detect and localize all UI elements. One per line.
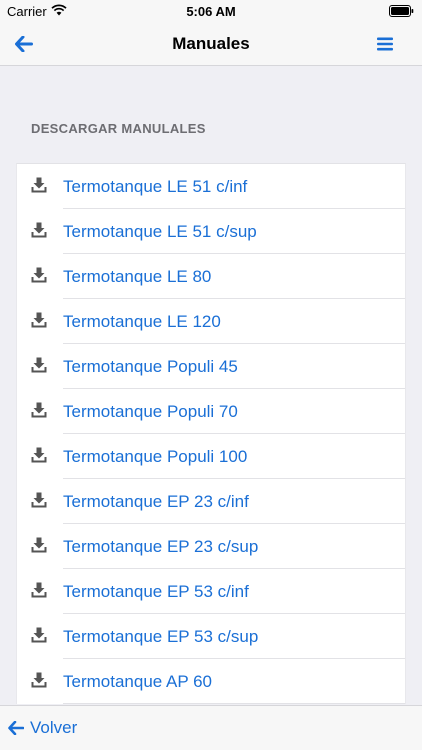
volver-button[interactable]: Volver <box>8 718 77 738</box>
download-icon <box>31 537 47 553</box>
manual-label: Termotanque EP 53 c/sup <box>63 627 259 646</box>
manual-label: Termotanque EP 23 c/inf <box>63 492 249 511</box>
status-bar: Carrier 5:06 AM <box>0 0 422 22</box>
hamburger-menu-icon <box>377 37 393 51</box>
manual-label: Termotanque Populi 100 <box>63 447 248 466</box>
download-icon <box>31 672 47 688</box>
manual-row[interactable]: Termotanque Populi 70 <box>17 389 405 434</box>
download-icon <box>31 447 47 463</box>
download-icon <box>31 627 47 643</box>
manual-row[interactable]: Termotanque EP 23 c/inf <box>17 479 405 524</box>
manual-row[interactable]: Termotanque LE 51 c/sup <box>17 209 405 254</box>
download-icon <box>31 222 47 238</box>
manual-list: Termotanque LE 51 c/inf Termotanque LE 51… <box>16 163 406 704</box>
menu-button[interactable] <box>374 34 396 54</box>
row-separator <box>63 703 405 704</box>
manual-row[interactable]: Termotanque LE 80 <box>17 254 405 299</box>
manual-label: Termotanque EP 23 c/sup <box>63 537 259 556</box>
manual-label: Termotanque Populi 70 <box>63 402 238 421</box>
manual-label: Termotanque LE 80 <box>63 267 212 286</box>
status-time: 5:06 AM <box>186 4 236 19</box>
manual-row[interactable]: Termotanque LE 51 c/inf <box>17 164 405 209</box>
manual-row[interactable]: Termotanque EP 53 c/sup <box>17 614 405 659</box>
download-icon <box>31 312 47 328</box>
manual-label: Termotanque Populi 45 <box>63 357 238 376</box>
bottom-toolbar: Volver <box>0 705 422 750</box>
download-icon <box>31 357 47 373</box>
manual-label: Termotanque AP 60 <box>63 672 213 691</box>
download-icon <box>31 177 47 193</box>
battery-icon <box>389 5 414 17</box>
manual-label: Termotanque LE 120 <box>63 312 221 331</box>
manual-label: Termotanque LE 51 c/inf <box>63 177 248 196</box>
arrow-left-icon <box>8 721 24 735</box>
manual-row[interactable]: Termotanque Populi 45 <box>17 344 405 389</box>
download-icon <box>31 402 47 418</box>
manual-label: Termotanque EP 53 c/inf <box>63 582 249 601</box>
manual-label: Termotanque LE 51 c/sup <box>63 222 257 241</box>
manual-row[interactable]: Termotanque AP 60 <box>17 659 405 704</box>
download-icon <box>31 492 47 508</box>
section-header: DESCARGAR MANULALES <box>31 121 206 136</box>
manual-row[interactable]: Termotanque EP 23 c/sup <box>17 524 405 569</box>
download-icon <box>31 582 47 598</box>
navigation-bar: Manuales <box>0 22 422 66</box>
page-title: Manuales <box>172 34 250 53</box>
download-icon <box>31 267 47 283</box>
manual-row[interactable]: Termotanque Populi 100 <box>17 434 405 479</box>
content-area[interactable]: DESCARGAR MANULALES Termotanque LE 51 c/… <box>0 67 422 705</box>
manual-row[interactable]: Termotanque LE 120 <box>17 299 405 344</box>
manual-row[interactable]: Termotanque EP 53 c/inf <box>17 569 405 614</box>
volver-label: Volver <box>30 718 78 737</box>
